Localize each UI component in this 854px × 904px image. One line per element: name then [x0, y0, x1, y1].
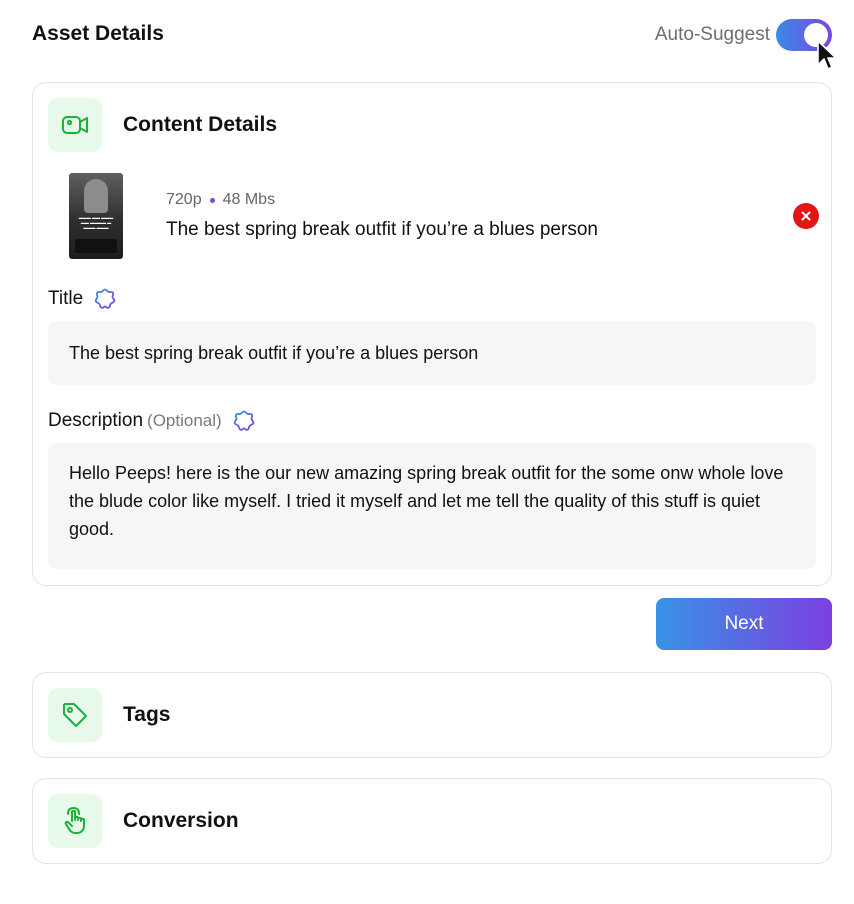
- conversion-icon-box: [48, 794, 102, 848]
- media-size: 48 Mbs: [222, 191, 276, 208]
- tags-icon-box: [48, 688, 102, 742]
- description-field-label: Description (Optional): [48, 409, 256, 433]
- content-details-card: Content Details ▬▬▬ ▬▬ ▬▬▬ ▬▬ ▬▬▬▬ ▬ ▬▬▬ ▬…: [32, 82, 832, 586]
- media-meta: 720p 48 Mbs: [166, 191, 275, 209]
- thumbnail-subject: [84, 179, 108, 213]
- close-icon: [801, 211, 811, 221]
- sparkle-badge-icon[interactable]: [232, 409, 256, 433]
- next-button[interactable]: Next: [656, 598, 832, 650]
- sparkle-badge-icon[interactable]: [93, 287, 117, 311]
- conversion-card[interactable]: Conversion: [32, 778, 832, 864]
- title-label-text: Title: [48, 288, 84, 309]
- meta-separator: [209, 197, 215, 203]
- conversion-header[interactable]: Conversion: [48, 794, 239, 848]
- media-title: The best spring break outfit if you’re a…: [166, 219, 598, 240]
- tags-header[interactable]: Tags: [48, 688, 170, 742]
- mouse-cursor-icon: [817, 40, 837, 70]
- description-textarea[interactable]: Hello Peeps! here is the our new amazing…: [48, 443, 816, 569]
- content-details-title: Content Details: [123, 113, 278, 136]
- content-icon-box: [48, 98, 102, 152]
- thumbnail-chair: [75, 239, 117, 253]
- page-title: Asset Details: [32, 22, 164, 45]
- tags-title: Tags: [123, 703, 171, 726]
- remove-media-button[interactable]: [793, 203, 819, 229]
- title-field-label: Title: [48, 287, 117, 311]
- video-thumbnail[interactable]: ▬▬▬ ▬▬ ▬▬▬ ▬▬ ▬▬▬▬ ▬ ▬▬▬ ▬▬▬: [69, 173, 123, 259]
- conversion-title: Conversion: [123, 809, 239, 832]
- tag-icon: [63, 703, 87, 727]
- thumbnail-caption: ▬▬▬ ▬▬ ▬▬▬ ▬▬ ▬▬▬▬ ▬ ▬▬▬ ▬▬▬: [78, 215, 114, 230]
- page-header: Asset Details Auto-Suggest: [32, 18, 837, 70]
- tap-hand-icon: [64, 807, 85, 834]
- optional-tag: (Optional): [147, 411, 222, 430]
- media-resolution: 720p: [166, 191, 202, 208]
- description-label-text: Description: [48, 410, 144, 431]
- video-camera-icon: [62, 116, 88, 134]
- auto-suggest-control: Auto-Suggest: [654, 18, 837, 70]
- content-details-header[interactable]: Content Details: [48, 98, 277, 152]
- media-item: ▬▬▬ ▬▬ ▬▬▬ ▬▬ ▬▬▬▬ ▬ ▬▬▬ ▬▬▬ 720p 48 Mbs T…: [69, 173, 819, 259]
- title-input[interactable]: The best spring break outfit if you’re a…: [48, 321, 816, 385]
- tags-card[interactable]: Tags: [32, 672, 832, 758]
- auto-suggest-label: Auto-Suggest: [654, 24, 770, 45]
